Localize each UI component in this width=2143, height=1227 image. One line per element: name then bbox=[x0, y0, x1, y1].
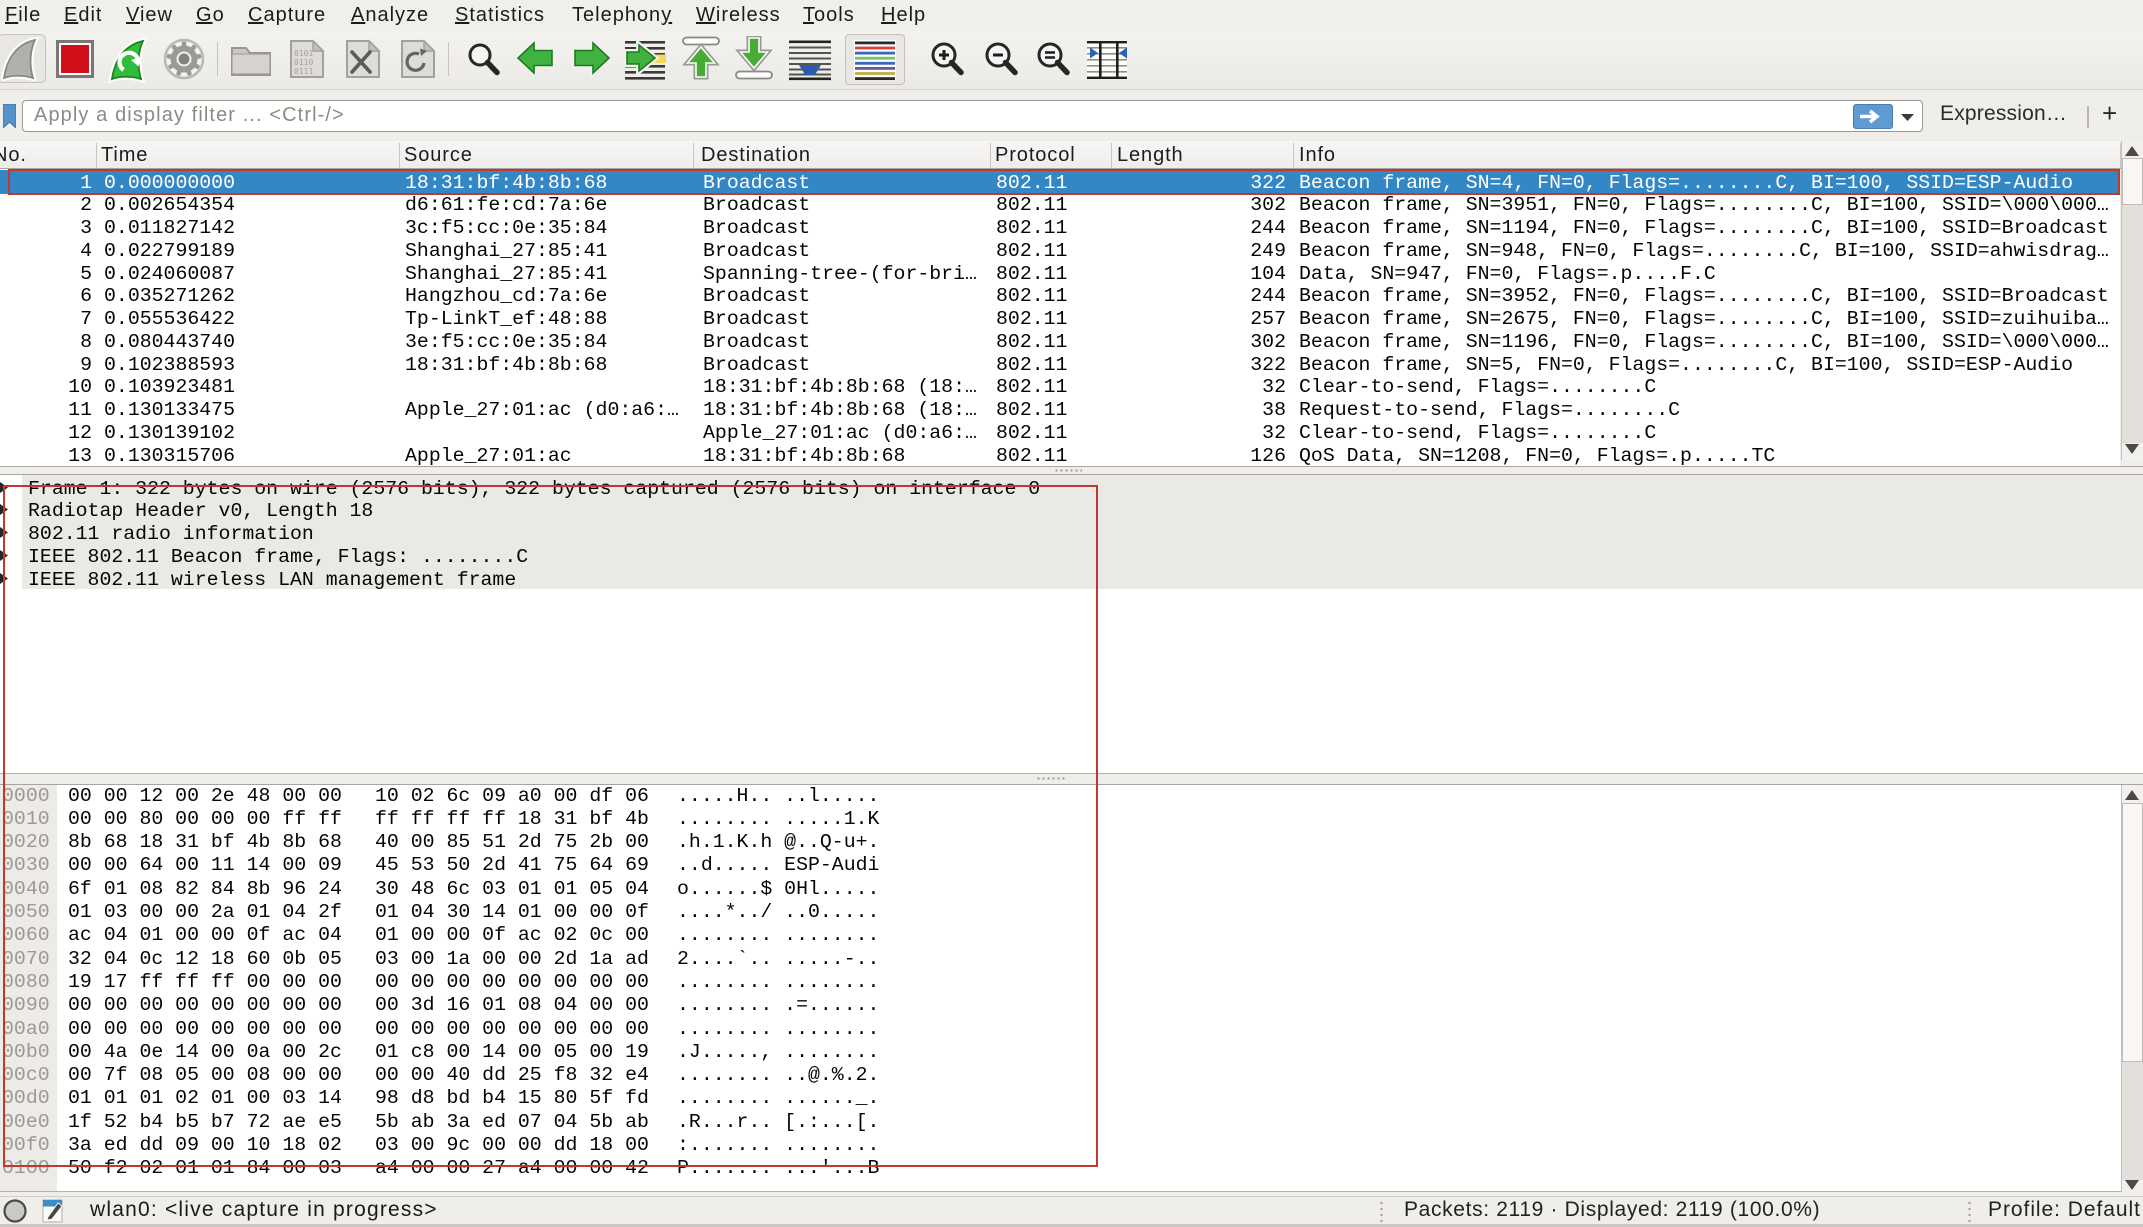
svg-text:0110: 0110 bbox=[294, 58, 313, 67]
svg-text:0101: 0101 bbox=[294, 49, 313, 58]
svg-text:0111: 0111 bbox=[294, 67, 313, 76]
